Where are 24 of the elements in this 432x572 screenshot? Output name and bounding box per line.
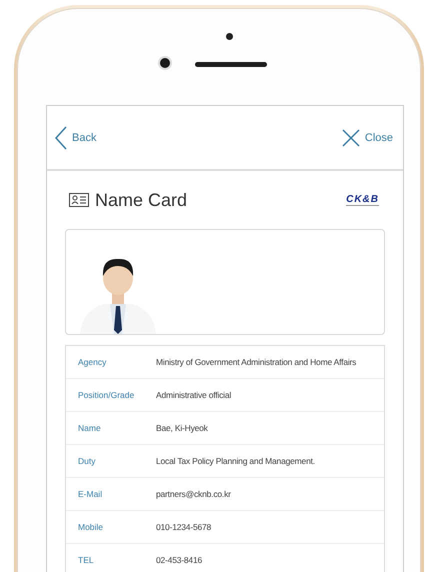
field-value: 02-453-8416 — [156, 555, 202, 565]
close-icon — [342, 128, 360, 146]
field-label: Duty — [77, 456, 96, 466]
field-label: Agency — [77, 357, 108, 367]
id-card-icon — [69, 193, 89, 207]
close-button[interactable]: Close — [342, 128, 393, 146]
speaker-icon — [195, 62, 267, 67]
field-label: TEL — [77, 555, 95, 565]
field-value: Local Tax Policy Planning and Management. — [156, 456, 315, 466]
back-button[interactable]: Back — [55, 126, 96, 150]
field-label: Position/Grade — [77, 390, 136, 400]
field-value: Ministry of Government Administration and Home Affairs — [156, 357, 356, 367]
page-title: Name Card — [95, 190, 188, 210]
field-label: Mobile — [77, 522, 104, 532]
field-label: E-Mail — [77, 489, 104, 499]
field-value: 010-1234-5678 — [156, 522, 212, 532]
sensor-icon — [226, 33, 233, 40]
field-value: Administrative official — [156, 390, 232, 400]
field-value: Bae, Ki-Hyeok — [156, 423, 208, 433]
field-label: Name — [77, 423, 102, 433]
field-value: partners@cknb.co.kr — [156, 489, 231, 499]
company-logo: CK&B — [346, 194, 379, 206]
chevron-left-icon — [55, 126, 67, 150]
camera-icon — [160, 58, 170, 68]
